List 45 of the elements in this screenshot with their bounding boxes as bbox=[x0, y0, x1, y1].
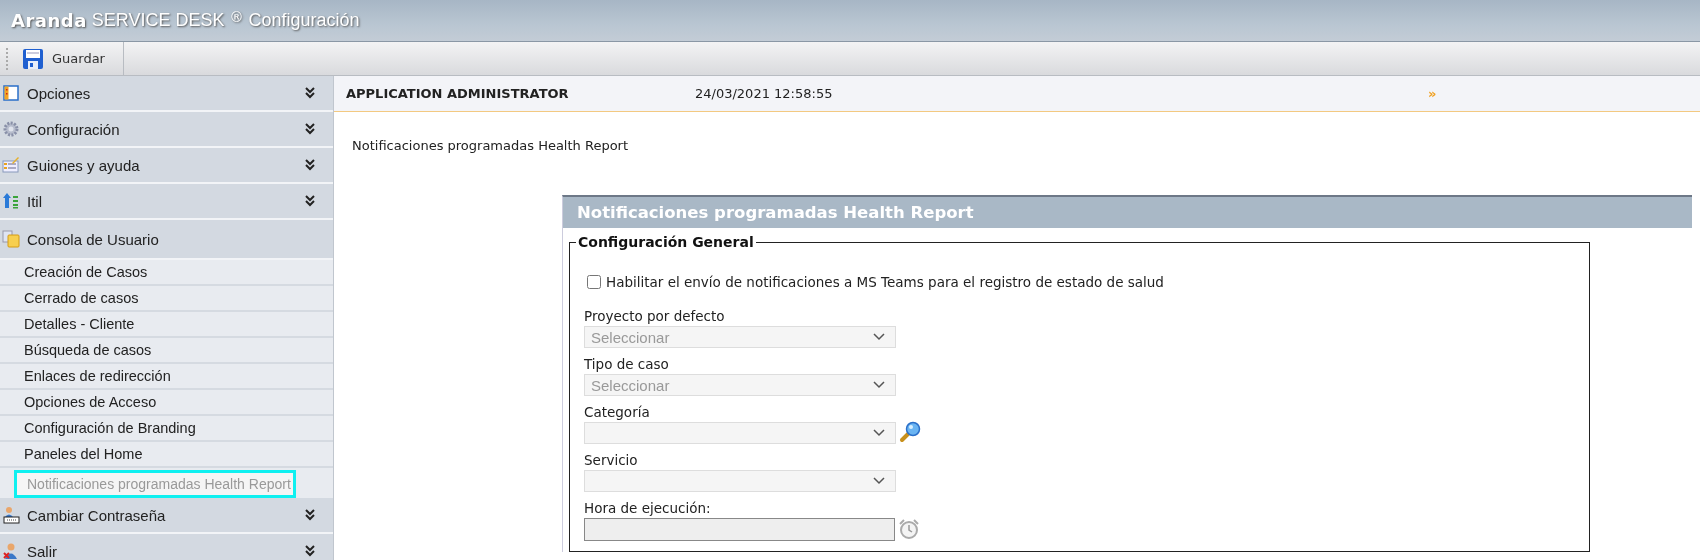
checkbox-label: Habilitar el envío de notificaciones a MS Teams para el registro de estado de salud bbox=[606, 274, 1164, 290]
fieldset-legend: Configuración General bbox=[576, 234, 756, 250]
user-keyboard-icon bbox=[2, 506, 20, 524]
checkbox[interactable] bbox=[587, 275, 601, 289]
save-button[interactable]: Guardar bbox=[16, 42, 124, 75]
sidebar-section[interactable]: Salir bbox=[0, 534, 333, 560]
window-title: Configuración bbox=[248, 10, 360, 31]
field-label: Tipo de caso bbox=[584, 356, 670, 372]
field-label: Hora de ejecución: bbox=[584, 500, 712, 516]
double-chevron-icon bbox=[305, 87, 315, 99]
time-field[interactable] bbox=[584, 518, 895, 541]
arrow-bars-icon bbox=[2, 192, 20, 210]
sidebar-section[interactable]: Guiones y ayuda bbox=[0, 148, 333, 184]
sidebar-section[interactable]: Itil bbox=[0, 184, 333, 220]
sidebar-section[interactable]: Opciones bbox=[0, 76, 333, 112]
double-chevron-icon bbox=[305, 159, 315, 171]
double-chevron-icon bbox=[305, 545, 315, 557]
date-time: 24/03/2021 12:58:55 bbox=[695, 86, 834, 101]
double-chevron-icon bbox=[305, 509, 315, 521]
panel-icon bbox=[2, 84, 20, 102]
double-chevron-icon bbox=[305, 123, 315, 135]
documents-icon bbox=[2, 230, 20, 248]
checklist-icon bbox=[2, 156, 20, 174]
search-icon[interactable] bbox=[899, 421, 921, 443]
chevron-down-icon bbox=[873, 429, 885, 437]
chevron-down-icon bbox=[873, 477, 885, 485]
sidebar-section[interactable]: Consola de Usuario bbox=[0, 220, 333, 260]
chevron-down-icon bbox=[873, 381, 885, 389]
user-name: APPLICATION ADMINISTRATOR bbox=[346, 86, 570, 101]
user-icon bbox=[2, 542, 20, 560]
panel-title: Notificaciones programadas Health Report bbox=[563, 197, 1692, 228]
alarm-clock-icon[interactable] bbox=[898, 517, 920, 540]
product-name: SERVICE DESK bbox=[91, 10, 225, 31]
chevron-down-icon bbox=[873, 333, 885, 341]
field-label: Servicio bbox=[584, 452, 639, 468]
field-label: Categoría bbox=[584, 404, 651, 420]
grip-icon bbox=[6, 47, 10, 70]
sidebar-section[interactable]: Configuración bbox=[0, 112, 333, 148]
gear-icon bbox=[2, 120, 20, 138]
registered-mark: ® bbox=[229, 9, 244, 25]
field-label: Proyecto por defecto bbox=[584, 308, 726, 324]
sidebar-section[interactable]: Cambiar Contraseña bbox=[0, 498, 333, 534]
double-chevron-icon bbox=[305, 195, 315, 207]
page-title: Notificaciones programadas Health Report bbox=[352, 138, 630, 153]
brand-logo: Aranda bbox=[11, 10, 87, 31]
